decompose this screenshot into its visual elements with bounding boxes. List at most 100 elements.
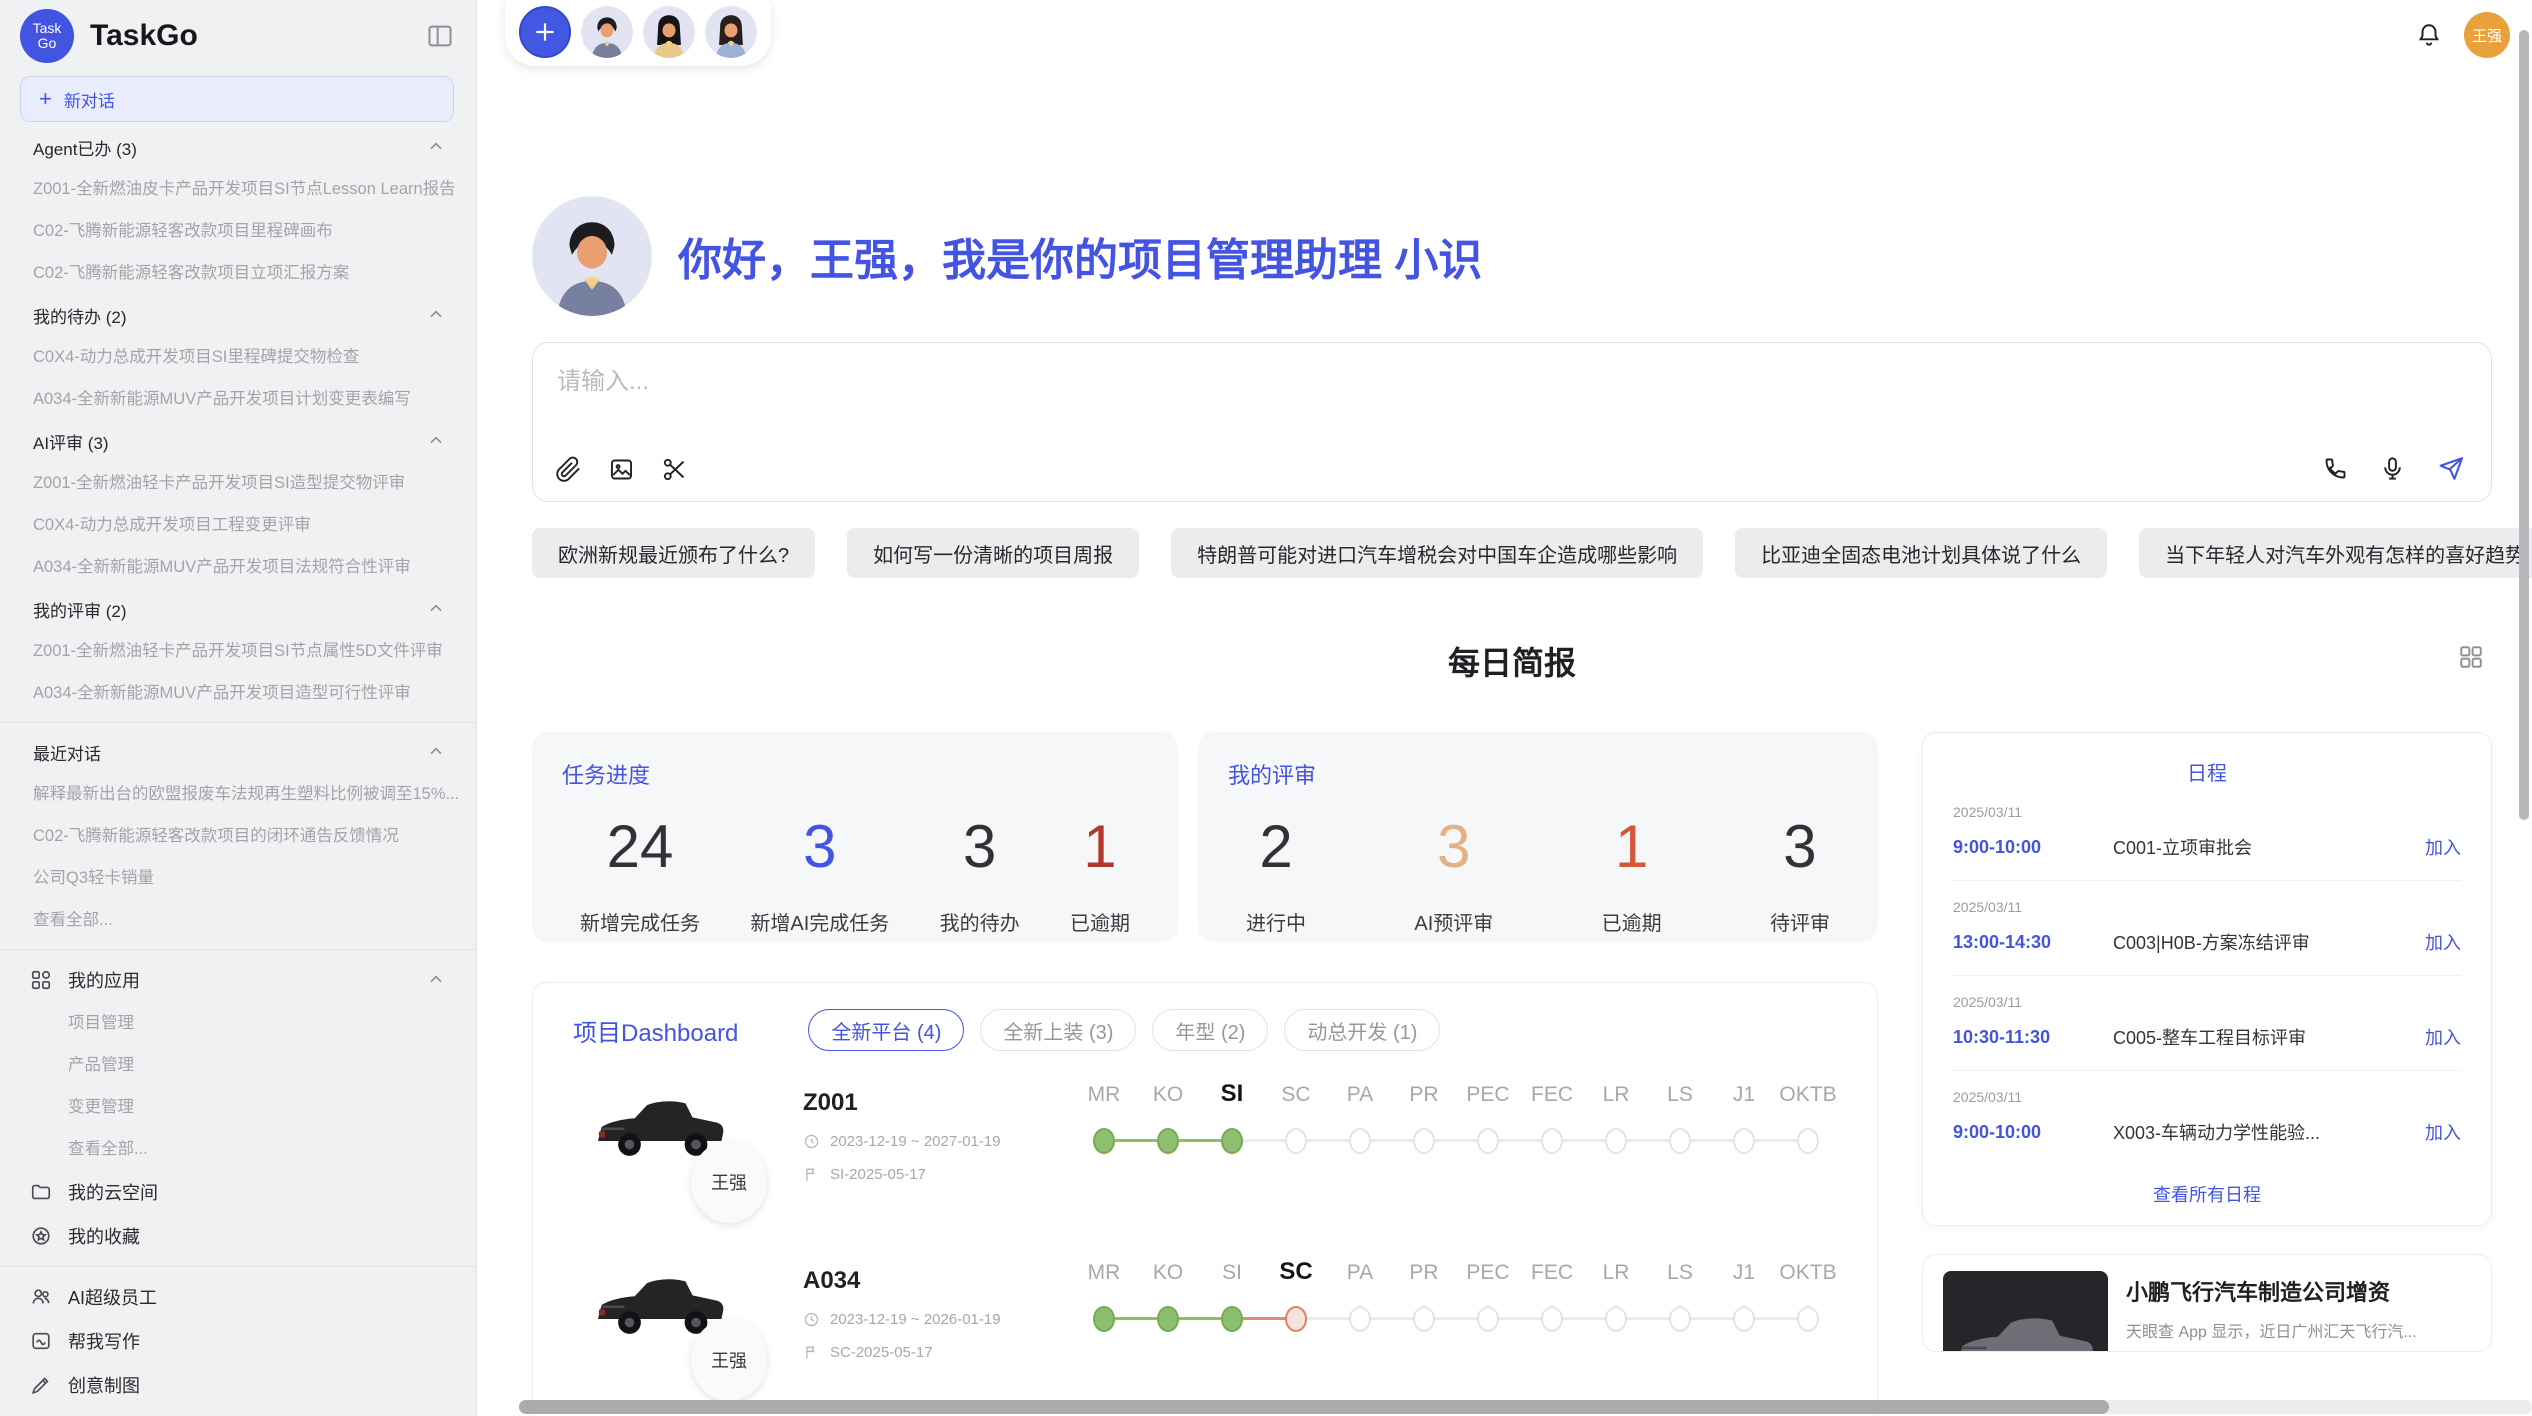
agent-avatar-3[interactable] [705, 6, 757, 58]
schedule-item: 2025/03/1113:00-14:30C003|H0B-方案冻结评审加入 [1953, 881, 2461, 976]
sidebar-section-header[interactable]: Agent已办 (3) [0, 126, 476, 168]
sidebar-task-item[interactable]: A034-全新新能源MUV产品开发项目计划变更表编写 [0, 378, 476, 420]
apps-view-all[interactable]: 查看全部... [0, 1128, 476, 1170]
vertical-scrollbar-thumb[interactable] [2519, 30, 2529, 820]
milestone-label: OKTB [1776, 1083, 1840, 1107]
sidebar-tool-1[interactable]: AI超级员工 [0, 1275, 476, 1319]
chevron-up-icon [426, 305, 446, 325]
sidebar-item-my-apps[interactable]: 我的应用 [0, 958, 476, 1002]
app-menu-item[interactable]: 项目管理 [0, 1002, 476, 1044]
stat-label: 已逾期 [1070, 907, 1130, 936]
milestone-label: LS [1648, 1261, 1712, 1285]
project-car: 王强 [573, 1257, 803, 1407]
send-icon[interactable] [2436, 454, 2465, 483]
milestone-dot [1605, 1128, 1627, 1154]
dashboard-tab[interactable]: 全新上装 (3) [980, 1009, 1136, 1051]
tool-label: AI超级员工 [68, 1284, 446, 1310]
sidebar-task-item[interactable]: C0X4-动力总成开发项目SI里程碑提交物检查 [0, 336, 476, 378]
suggestion-chip[interactable]: 比亚迪全固态电池计划具体说了什么 [1735, 528, 2107, 578]
sidebar-task-item[interactable]: A034-全新新能源MUV产品开发项目造型可行性评审 [0, 672, 476, 714]
user-avatar[interactable]: 王强 [2464, 12, 2510, 58]
chat-input[interactable] [557, 361, 2257, 431]
horizontal-scrollbar[interactable] [519, 1400, 2532, 1414]
sidebar-tool-3[interactable]: 创意制图 [0, 1363, 476, 1407]
news-card[interactable]: 小鹏飞行汽车制造公司增资 天眼查 App 显示，近日广州汇天飞行汽... [1922, 1254, 2492, 1352]
recent-view-all[interactable]: 查看全部... [0, 899, 476, 941]
sidebar-task-item[interactable]: A034-全新新能源MUV产品开发项目法规符合性评审 [0, 546, 476, 588]
schedule-date: 2025/03/11 [1953, 994, 2461, 1010]
writing-icon [30, 1330, 52, 1352]
milestone-label: OKTB [1776, 1261, 1840, 1285]
suggestion-chip[interactable]: 欧洲新规最近颁布了什么? [532, 528, 815, 578]
milestone-dot [1733, 1128, 1755, 1154]
app-menu-item[interactable]: 产品管理 [0, 1044, 476, 1086]
schedule-join-link[interactable]: 加入 [2425, 834, 2461, 860]
milestone-dot [1349, 1128, 1371, 1154]
schedule-join-link[interactable]: 加入 [2425, 1119, 2461, 1145]
schedule-event-title: C001-立项审批会 [2113, 834, 2425, 860]
stat-cell: 1已逾期 [1070, 812, 1130, 936]
milestone-label: LS [1648, 1083, 1712, 1107]
layout-grid-icon[interactable] [2458, 644, 2484, 670]
schedule-join-link[interactable]: 加入 [2425, 1024, 2461, 1050]
sidebar-task-item[interactable]: Z001-全新燃油轻卡产品开发项目SI节点属性5D文件评审 [0, 630, 476, 672]
sidebar-collapse-icon[interactable] [426, 22, 454, 50]
sidebar-section-header[interactable]: AI评审 (3) [0, 420, 476, 462]
suggestion-chip[interactable]: 当下年轻人对汽车外观有怎样的喜好趋势 [2139, 528, 2532, 578]
sidebar-tool-2[interactable]: 帮我写作 [0, 1319, 476, 1363]
schedule-join-link[interactable]: 加入 [2425, 929, 2461, 955]
section-label: 我的评审 (2) [33, 597, 127, 622]
agent-avatar-2[interactable] [643, 6, 695, 58]
sidebar-item-favorites[interactable]: 我的收藏 [0, 1214, 476, 1258]
sidebar-section-header[interactable]: 我的评审 (2) [0, 588, 476, 630]
horizontal-scrollbar-thumb[interactable] [519, 1400, 2109, 1414]
attachment-icon[interactable] [555, 456, 582, 483]
recent-chat-item[interactable]: 解释最新出台的欧盟报废车法规再生塑料比例被调至15%... [0, 773, 476, 815]
stat-cell: 3待评审 [1770, 812, 1830, 936]
divider [0, 722, 476, 723]
chat-input-box [532, 342, 2492, 502]
milestone-label: PA [1328, 1083, 1392, 1107]
sidebar-task-item[interactable]: C0X4-动力总成开发项目工程变更评审 [0, 504, 476, 546]
project-code: Z001 [803, 1089, 1093, 1117]
recent-chat-item[interactable]: C02-飞腾新能源轻客改款项目的闭环通告反馈情况 [0, 815, 476, 857]
dashboard-tab[interactable]: 动总开发 (1) [1284, 1009, 1440, 1051]
dashboard-title: 项目Dashboard [573, 1013, 738, 1048]
divider [0, 949, 476, 950]
milestone-label: KO [1136, 1083, 1200, 1107]
milestone-dot [1669, 1128, 1691, 1154]
sidebar-section-recent[interactable]: 最近对话 [0, 731, 476, 773]
schedule-view-all[interactable]: 查看所有日程 [1953, 1181, 2461, 1207]
milestone-label: LR [1584, 1083, 1648, 1107]
recent-chat-item[interactable]: 公司Q3轻卡销量 [0, 857, 476, 899]
notification-bell-icon[interactable] [2416, 22, 2442, 48]
plus-icon: + [39, 86, 52, 112]
image-upload-icon[interactable] [608, 456, 635, 483]
app-menu-item[interactable]: 变更管理 [0, 1086, 476, 1128]
sidebar-task-item[interactable]: Z001-全新燃油轻卡产品开发项目SI造型提交物评审 [0, 462, 476, 504]
tool-label: 帮我写作 [68, 1328, 446, 1354]
sidebar-item-cloud-space[interactable]: 我的云空间 [0, 1170, 476, 1214]
add-agent-button[interactable] [519, 6, 571, 58]
sidebar-section-header[interactable]: 我的待办 (2) [0, 294, 476, 336]
new-chat-button[interactable]: + 新对话 [20, 76, 454, 122]
milestone-dot [1733, 1306, 1755, 1332]
vertical-scrollbar[interactable] [2519, 30, 2529, 820]
dashboard-tab[interactable]: 年型 (2) [1152, 1009, 1268, 1051]
agent-avatar-1[interactable] [581, 6, 633, 58]
scissors-icon[interactable] [661, 456, 688, 483]
phone-icon[interactable] [2322, 455, 2349, 482]
dashboard-tab[interactable]: 全新平台 (4) [808, 1009, 964, 1051]
sidebar-task-item[interactable]: C02-飞腾新能源轻客改款项目里程碑画布 [0, 210, 476, 252]
chevron-up-icon [426, 431, 446, 451]
schedule-item: 2025/03/119:00-10:00X003-车辆动力学性能验...加入 [1953, 1071, 2461, 1165]
sidebar-task-item[interactable]: C02-飞腾新能源轻客改款项目立项汇报方案 [0, 252, 476, 294]
sidebar-task-item[interactable]: Z001-全新燃油皮卡产品开发项目SI节点Lesson Learn报告 [0, 168, 476, 210]
suggestion-chip[interactable]: 特朗普可能对进口汽车增税会对中国车企造成哪些影响 [1171, 528, 1703, 578]
milestone-label: PA [1328, 1261, 1392, 1285]
stat-label: 待评审 [1770, 907, 1830, 936]
microphone-icon[interactable] [2379, 455, 2406, 482]
suggestion-chip[interactable]: 如何写一份清晰的项目周报 [847, 528, 1139, 578]
cloud-space-label: 我的云空间 [68, 1179, 446, 1205]
stat-card-2: 我的评审2进行中3AI预评审1已逾期3待评审 [1198, 732, 1878, 942]
